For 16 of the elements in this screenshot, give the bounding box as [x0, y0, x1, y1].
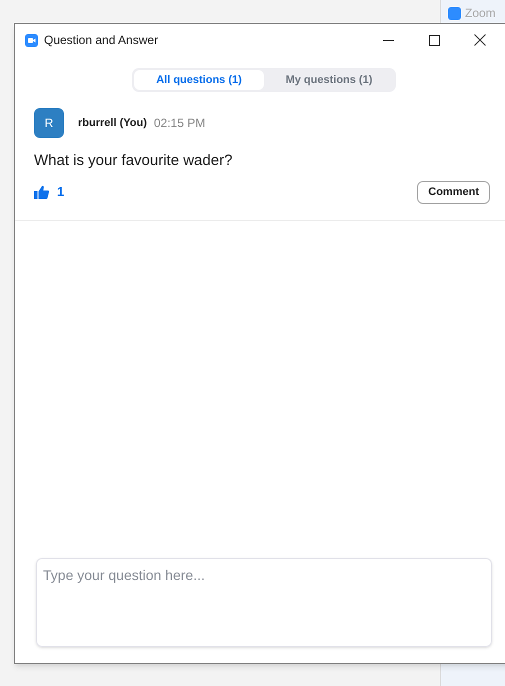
avatar: R: [34, 108, 64, 138]
author-name: rburrell (You): [78, 116, 147, 131]
question-input-field[interactable]: Type your question here...: [36, 558, 492, 647]
maximize-icon: [428, 34, 440, 46]
app-title: Zoom: [465, 5, 496, 22]
app-logo-icon: [25, 34, 38, 46]
tab[interactable]: All questions (1): [134, 70, 264, 90]
tab[interactable]: My questions (1): [264, 70, 394, 90]
app-logo-icon: [448, 6, 461, 20]
window-title: Question and Answer: [44, 32, 158, 49]
question-time: 02:15 PM: [154, 115, 206, 132]
close-icon: [474, 34, 486, 46]
thumbs-up-icon: [34, 185, 49, 199]
question-text: What is your favourite wader?: [34, 151, 234, 171]
comment-button[interactable]: Comment: [417, 180, 490, 204]
like-button[interactable]: 1: [34, 182, 64, 202]
